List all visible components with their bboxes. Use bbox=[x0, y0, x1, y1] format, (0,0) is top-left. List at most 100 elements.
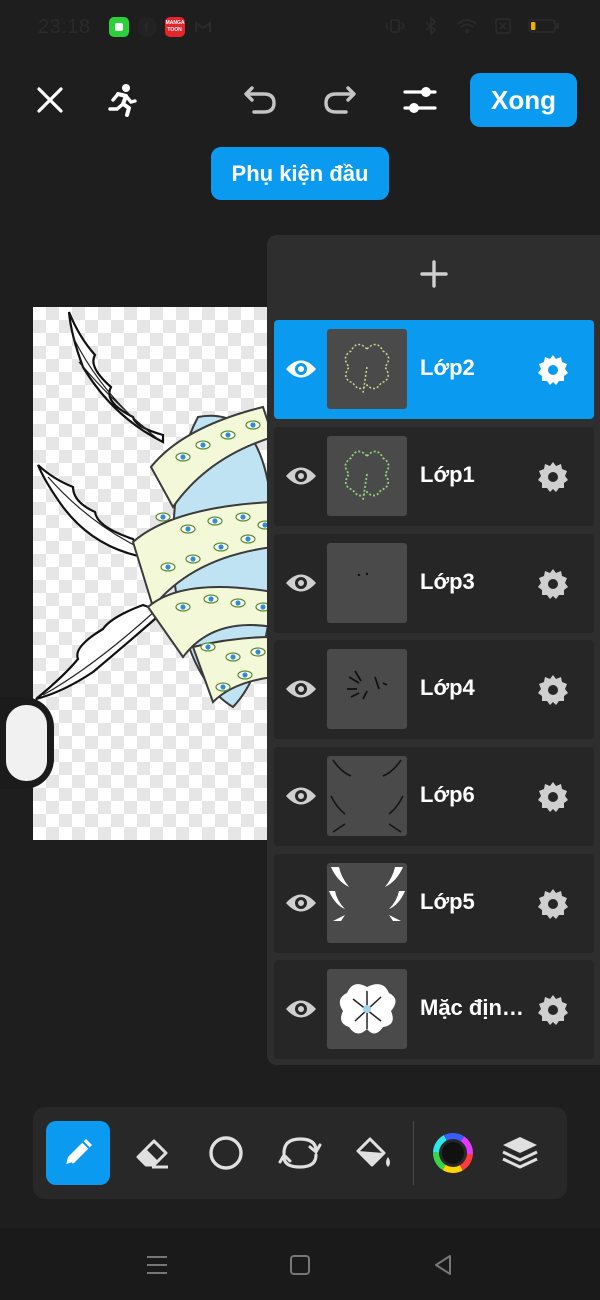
eye-visibility-icon[interactable] bbox=[284, 674, 318, 704]
gear-icon[interactable] bbox=[536, 993, 570, 1027]
layers-toggle-button[interactable] bbox=[488, 1121, 552, 1185]
pencil-tool-button[interactable] bbox=[46, 1121, 110, 1185]
layer-row[interactable]: Lớp2 bbox=[274, 320, 594, 419]
layer-row[interactable]: Lớp5 bbox=[274, 854, 594, 953]
layer-name: Lớp6 bbox=[420, 782, 475, 807]
eye-visibility-icon[interactable] bbox=[284, 994, 318, 1024]
close-button[interactable] bbox=[24, 74, 76, 126]
bottom-toolbar bbox=[33, 1107, 567, 1199]
layer-thumbnail bbox=[327, 756, 407, 836]
eye-visibility-icon[interactable] bbox=[284, 568, 318, 598]
vibrate-icon bbox=[384, 15, 406, 37]
gear-icon[interactable] bbox=[536, 353, 570, 387]
ribbon-eye-pupil bbox=[160, 514, 166, 520]
lower-wing-drawing bbox=[35, 603, 166, 701]
layer-thumbnail bbox=[327, 329, 407, 409]
ribbon-eye-pupil bbox=[212, 518, 218, 524]
status-indicators bbox=[384, 15, 560, 37]
add-layer-button[interactable] bbox=[267, 235, 600, 313]
square-home-icon bbox=[290, 1255, 310, 1275]
redo-icon bbox=[324, 86, 356, 114]
category-chip[interactable]: Phụ kiện đầu bbox=[211, 147, 389, 200]
ribbon-eye-pupil bbox=[208, 596, 214, 602]
undo-button[interactable] bbox=[234, 74, 286, 126]
eraser-icon bbox=[136, 1139, 168, 1169]
mangatoon-app-label: MANGA TOON bbox=[165, 20, 185, 33]
back-button[interactable] bbox=[428, 1250, 458, 1280]
ribbon-eye-pupil bbox=[185, 526, 191, 532]
top-toolbar: Xong bbox=[0, 70, 600, 130]
ribbon-eye-pupil bbox=[245, 536, 251, 542]
status-app-icons: f MANGA TOON bbox=[108, 17, 213, 37]
plus-icon bbox=[419, 260, 448, 288]
layer-row[interactable]: Lớp1 bbox=[274, 427, 594, 526]
layers-panel: Lớp2 Lớp1 Lớp3 Lớp4 Lớp6 Lớp5 Mặc định..… bbox=[267, 235, 600, 1065]
status-bar: 23:18 f MANGA TOON bbox=[0, 0, 600, 54]
ribbon-eye-pupil bbox=[165, 564, 171, 570]
ribbon-eye-pupil bbox=[250, 422, 256, 428]
ribbon-eye-pupil bbox=[205, 644, 211, 650]
running-person-icon bbox=[108, 84, 137, 117]
recent-apps-button[interactable] bbox=[142, 1250, 172, 1280]
layers-stack-icon bbox=[502, 1137, 538, 1169]
home-button[interactable] bbox=[285, 1250, 315, 1280]
eye-visibility-icon[interactable] bbox=[284, 781, 318, 811]
middle-wing-drawing bbox=[36, 464, 146, 559]
system-nav-bar bbox=[0, 1228, 600, 1300]
lasso-transform-icon bbox=[278, 1137, 322, 1169]
preview-animation-button[interactable] bbox=[94, 74, 146, 126]
ribbon-eye-pupil bbox=[180, 604, 186, 610]
facebook-app-icon: f bbox=[136, 17, 157, 37]
fill-tool-button[interactable] bbox=[341, 1121, 405, 1185]
triangle-back-icon bbox=[435, 1255, 451, 1275]
layer-name: Lớp1 bbox=[420, 462, 475, 487]
layer-name: Mặc định... bbox=[420, 995, 532, 1020]
ribbon-eye-pupil bbox=[218, 544, 224, 550]
done-button[interactable]: Xong bbox=[470, 73, 577, 127]
eraser-tool-button[interactable] bbox=[120, 1121, 184, 1185]
ribbon-eye-pupil bbox=[190, 556, 196, 562]
shape-tool-button[interactable] bbox=[194, 1121, 258, 1185]
gmail-app-icon bbox=[193, 17, 213, 37]
close-icon bbox=[37, 87, 63, 113]
layer-thumbnail bbox=[327, 436, 407, 516]
undo-icon bbox=[244, 86, 276, 114]
transform-tool-button[interactable] bbox=[268, 1121, 332, 1185]
status-time: 23:18 bbox=[38, 15, 91, 38]
circle-shape-icon bbox=[209, 1136, 243, 1170]
battery-icon bbox=[528, 15, 560, 37]
redo-button[interactable] bbox=[314, 74, 366, 126]
gear-icon[interactable] bbox=[536, 567, 570, 601]
side-handle-grip[interactable] bbox=[6, 705, 47, 781]
color-picker-button[interactable] bbox=[421, 1121, 485, 1185]
layer-row[interactable]: Lớp6 bbox=[274, 747, 594, 846]
ribbon-eye-pupil bbox=[240, 514, 246, 520]
layer-row[interactable]: Lớp4 bbox=[274, 640, 594, 739]
line-app-icon bbox=[108, 17, 129, 37]
eye-visibility-icon[interactable] bbox=[284, 461, 318, 491]
artwork-preview bbox=[35, 311, 273, 709]
adjustments-button[interactable] bbox=[394, 74, 446, 126]
sliders-icon bbox=[403, 87, 437, 113]
gear-icon[interactable] bbox=[536, 887, 570, 921]
eye-visibility-icon[interactable] bbox=[284, 354, 318, 384]
layer-thumbnail bbox=[327, 969, 407, 1049]
ribbon-eye-pupil bbox=[200, 442, 206, 448]
drawing-canvas[interactable] bbox=[33, 307, 273, 840]
bluetooth-icon bbox=[420, 15, 442, 37]
ribbon-eye-pupil bbox=[230, 654, 236, 660]
layer-row[interactable]: Lớp3 bbox=[274, 534, 594, 633]
gear-icon[interactable] bbox=[536, 673, 570, 707]
gear-icon[interactable] bbox=[536, 780, 570, 814]
no-sim-icon bbox=[492, 15, 514, 37]
side-panel-handle[interactable] bbox=[0, 697, 54, 789]
ribbon-eye-pupil bbox=[235, 600, 241, 606]
ribbon-eye-pupil bbox=[260, 604, 266, 610]
eye-visibility-icon[interactable] bbox=[284, 888, 318, 918]
mangatoon-app-icon: MANGA TOON bbox=[164, 17, 185, 37]
layer-thumbnail bbox=[327, 649, 407, 729]
ribbon-eye-pupil bbox=[220, 684, 226, 690]
gear-icon[interactable] bbox=[536, 460, 570, 494]
layer-row[interactable]: Mặc định... bbox=[274, 960, 594, 1059]
ribbon-eye-pupil bbox=[255, 649, 261, 655]
